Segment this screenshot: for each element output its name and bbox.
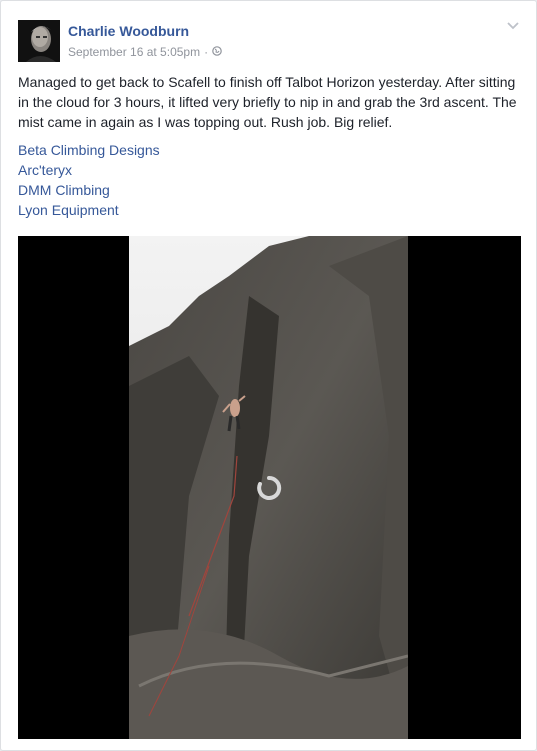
author-name[interactable]: Charlie Woodburn <box>68 23 189 39</box>
meta-separator: · <box>204 45 209 59</box>
globe-icon[interactable] <box>212 45 222 59</box>
post-card: Charlie Woodburn September 16 at 5:05pm … <box>0 0 537 751</box>
tagged-pages: Beta Climbing Designs Arc'teryx DMM Clim… <box>18 140 160 220</box>
tag-link-arcteryx[interactable]: Arc'teryx <box>18 160 160 180</box>
post-meta: September 16 at 5:05pm · <box>68 45 222 59</box>
tag-link-dmm-climbing[interactable]: DMM Climbing <box>18 180 160 200</box>
tag-link-beta-climbing-designs[interactable]: Beta Climbing Designs <box>18 140 160 160</box>
loading-spinner-icon[interactable] <box>256 475 282 501</box>
post-timestamp[interactable]: September 16 at 5:05pm <box>68 45 200 59</box>
post-text: Managed to get back to Scafell to finish… <box>18 74 517 130</box>
avatar[interactable] <box>18 20 60 62</box>
video-player[interactable] <box>18 236 521 739</box>
chevron-down-icon[interactable] <box>506 19 520 33</box>
tag-link-lyon-equipment[interactable]: Lyon Equipment <box>18 200 160 220</box>
